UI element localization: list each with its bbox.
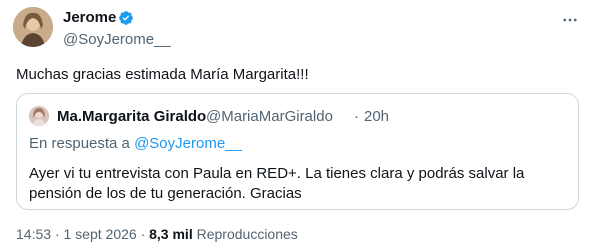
reply-prefix: En respuesta a: [29, 135, 130, 152]
more-horizontal-icon: [563, 18, 577, 22]
quoted-author-avatar: [29, 106, 49, 126]
author-avatar-image: [13, 7, 53, 47]
meta-separator: ·: [140, 226, 146, 242]
reply-context: En respuesta a @SoyJerome__: [29, 134, 242, 154]
quoted-timestamp: 20h: [364, 108, 390, 125]
tweet-date[interactable]: 1 sept 2026: [64, 226, 137, 242]
verified-badge-icon: [119, 11, 133, 25]
meta-separator: ·: [54, 226, 60, 242]
author-handle[interactable]: @SoyJerome__: [63, 30, 171, 50]
author-avatar[interactable]: [13, 7, 53, 47]
quoted-author-handle: @MariaMarGiraldo: [206, 108, 333, 125]
more-options-icon[interactable]: [560, 10, 580, 30]
views-count: 8,3 mil: [149, 226, 193, 242]
quoted-tweet-text: Ayer vi tu entrevista con Paula en RED+.…: [29, 165, 525, 202]
tweet-time[interactable]: 14:53: [16, 226, 51, 242]
quoted-author-name: Ma.Margarita Giraldo: [57, 108, 207, 125]
views-label: Reproducciones: [196, 226, 298, 242]
reply-to-handle-link[interactable]: @SoyJerome__: [134, 135, 242, 152]
tweet-text: Muchas gracias estimada María Margarita!…: [16, 66, 309, 83]
quoted-separator: ·: [354, 108, 359, 125]
tweet-meta: 14:53 · 1 sept 2026 · 8,3 mil Reproducci…: [16, 224, 298, 244]
quoted-tweet[interactable]: Ma.Margarita Giraldo @MariaMarGiraldo · …: [16, 93, 579, 210]
author-name[interactable]: Jerome: [63, 8, 116, 28]
quoted-avatar-image: [29, 106, 49, 126]
